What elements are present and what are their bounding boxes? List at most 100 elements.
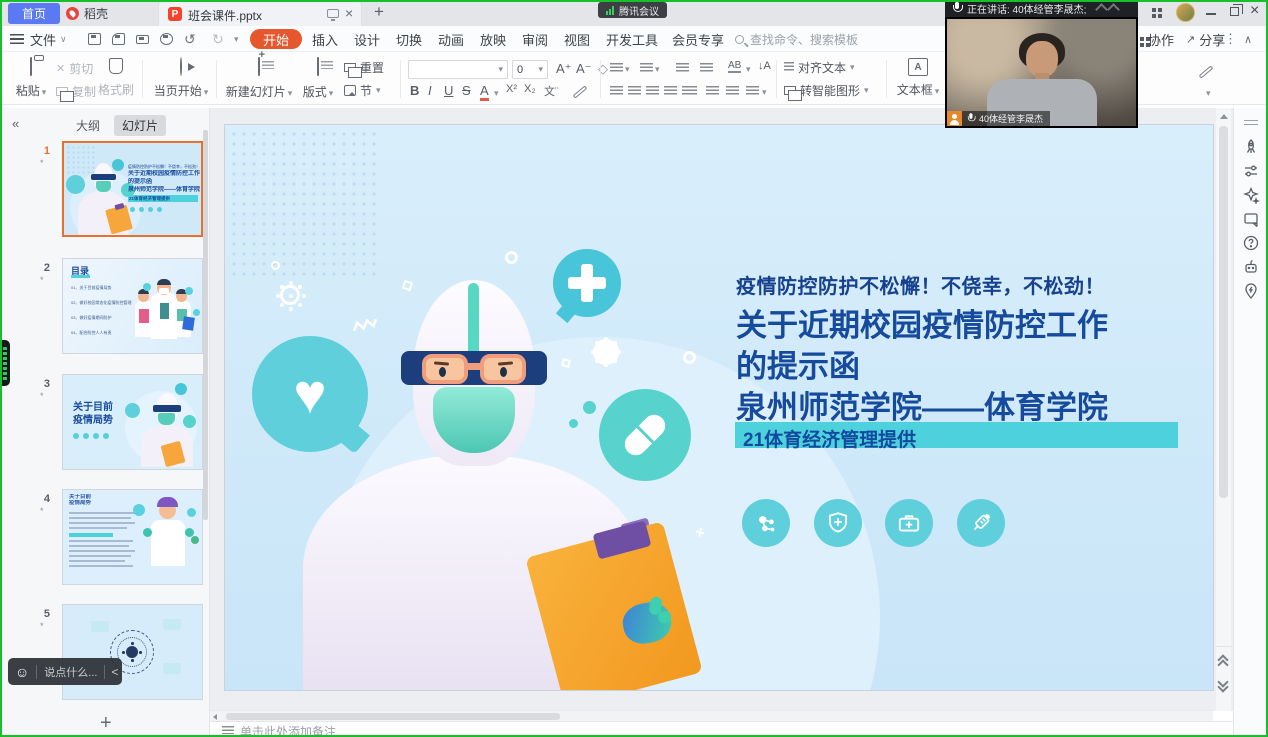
align-text-button[interactable]: 对齐文本▾ xyxy=(784,60,855,74)
sort-text-icon[interactable]: ↓A xyxy=(758,60,771,72)
align-left-icon[interactable] xyxy=(610,86,623,96)
slide-thumbnail-3[interactable]: 关于目前 疫情局势 xyxy=(62,374,203,470)
justify-icon[interactable] xyxy=(664,86,677,96)
reset-button[interactable]: 重置 xyxy=(344,60,384,74)
collapse-panel-icon[interactable]: « xyxy=(12,116,19,131)
play-from-current-button[interactable]: 当页开始▾ xyxy=(150,58,212,99)
decrease-font-icon[interactable]: A⁻ xyxy=(576,61,592,77)
tab-animation[interactable]: 动画 xyxy=(438,26,464,52)
tab-member[interactable]: 会员专享 xyxy=(672,26,724,52)
tab-slideshow[interactable]: 放映 xyxy=(480,26,506,52)
line-height-icon[interactable] xyxy=(746,86,759,96)
add-slide-button[interactable]: + xyxy=(100,712,112,735)
textbox-button[interactable]: A 文本框▾ xyxy=(894,58,942,98)
account-avatar[interactable] xyxy=(1176,3,1195,22)
underline-icon[interactable]: U xyxy=(444,83,453,98)
superscript-icon[interactable]: X² xyxy=(506,83,517,95)
collaborate-button[interactable]: 协作 xyxy=(1140,26,1174,52)
meeting-overlay[interactable]: 正在讲话: 40体经管李晟杰; 40体经管李晟杰 xyxy=(945,0,1138,130)
slide-thumbnail-2[interactable]: 目录 01、关于目前疫情局势 02、做好校园常态化疫情防控管理 03、做好疫情期… xyxy=(62,258,203,354)
screen-cast-icon[interactable] xyxy=(327,9,339,18)
magic-star-icon[interactable] xyxy=(1242,186,1260,204)
robot-assistant-icon[interactable] xyxy=(1242,258,1260,276)
slide-thumbnail-4[interactable]: 关于目前 疫情局势 xyxy=(62,489,203,585)
new-tab-button[interactable]: + xyxy=(374,2,384,22)
home-tab[interactable]: 首页 xyxy=(8,3,60,24)
smart-graphic-button[interactable]: 转智能图形▾ xyxy=(784,83,869,97)
chat-input-placeholder[interactable]: 说点什么... xyxy=(44,664,97,680)
collapse-chat-icon[interactable]: < xyxy=(111,665,118,679)
scroll-up-icon[interactable] xyxy=(1220,114,1228,119)
copy-button[interactable]: 复制 xyxy=(56,84,96,98)
collapse-ribbon-icon[interactable]: ∧ xyxy=(1244,26,1252,52)
participant-video[interactable]: 40体经管李晟杰 xyxy=(947,19,1136,126)
document-tab[interactable]: P 班会课件.pptx × xyxy=(158,0,362,26)
vertical-scrollbar[interactable] xyxy=(1215,108,1231,711)
horizontal-scrollbar[interactable] xyxy=(210,710,1213,721)
distribute-icon[interactable] xyxy=(682,86,697,96)
text-direction-icon[interactable]: AB xyxy=(728,60,741,73)
slide-canvas[interactable]: + ♥ xyxy=(225,125,1213,690)
tab-review[interactable]: 审阅 xyxy=(522,26,548,52)
more-options-icon[interactable]: ⋮ xyxy=(1224,26,1237,52)
slide-title-line2[interactable]: 的提示函 xyxy=(736,346,860,387)
audio-level-meter[interactable] xyxy=(0,340,10,386)
hamburger-menu-icon[interactable] xyxy=(10,34,24,44)
bold-icon[interactable]: B xyxy=(410,83,419,98)
slide-tagline[interactable]: 疫情防控防护不松懈！不侥幸，不松劲！ xyxy=(736,270,1105,299)
align-center-icon[interactable] xyxy=(628,86,641,96)
tab-devtools[interactable]: 开发工具 xyxy=(606,26,658,52)
font-color-dropdown-icon[interactable]: ▾ xyxy=(494,88,499,99)
paste-button[interactable]: 粘贴▾ xyxy=(10,58,52,99)
align-right-icon[interactable] xyxy=(646,86,659,96)
layout-button[interactable]: 版式▾ xyxy=(298,58,338,100)
italic-icon[interactable]: I xyxy=(428,83,432,98)
tab-home[interactable]: 开始 xyxy=(250,29,302,49)
print-icon[interactable] xyxy=(136,35,149,44)
share-window-icon[interactable] xyxy=(1242,210,1260,228)
rocket-icon[interactable] xyxy=(1242,138,1260,156)
line-spacing-icon[interactable] xyxy=(706,86,719,96)
help-icon[interactable] xyxy=(1242,234,1260,252)
bullet-list-icon[interactable] xyxy=(610,63,623,73)
format-painter-button[interactable]: 格式刷 xyxy=(96,58,136,98)
increase-indent-icon[interactable] xyxy=(700,63,713,73)
panel-scrollbar[interactable] xyxy=(203,130,208,520)
location-pin-icon[interactable] xyxy=(1242,282,1260,300)
phonetic-guide-icon[interactable]: 文¨ xyxy=(544,83,559,99)
history-dropdown-icon[interactable]: ▾ xyxy=(234,26,239,52)
highlighter-icon[interactable] xyxy=(573,85,588,98)
font-color-icon[interactable]: A xyxy=(480,83,489,101)
drag-handle-icon[interactable] xyxy=(1244,120,1258,125)
decrease-indent-icon[interactable] xyxy=(676,63,689,73)
notes-bar[interactable]: 单击此处添加备注 xyxy=(210,721,1233,737)
increase-font-icon[interactable]: A⁺ xyxy=(556,61,572,77)
redo-icon[interactable]: ↻ xyxy=(212,26,224,52)
apps-grid-icon[interactable] xyxy=(1152,8,1156,12)
print-preview-icon[interactable] xyxy=(160,33,173,45)
subscript-icon[interactable]: X₂ xyxy=(524,83,536,95)
tab-view[interactable]: 视图 xyxy=(564,26,590,52)
draw-tool-icon[interactable] xyxy=(1199,65,1214,78)
tab-transition[interactable]: 切换 xyxy=(396,26,422,52)
slides-tab[interactable]: 幻灯片 xyxy=(114,115,166,136)
undo-icon[interactable]: ↺ xyxy=(184,26,196,52)
highlight-band[interactable]: 21体育经济管理提供 xyxy=(735,422,1178,448)
emoji-icon[interactable]: ☺ xyxy=(15,664,29,680)
chat-quick-bubble[interactable]: ☺ 说点什么... < xyxy=(8,658,122,685)
close-window-button[interactable]: × xyxy=(1250,2,1259,20)
font-size-combobox[interactable]: 0▾ xyxy=(512,60,548,79)
save-icon[interactable] xyxy=(88,33,101,45)
section-button[interactable]: 节▾ xyxy=(344,83,381,97)
paragraph-spacing-icon[interactable] xyxy=(726,86,739,96)
restore-button[interactable] xyxy=(1230,7,1239,16)
new-slide-button[interactable]: 新建幻灯片▾ xyxy=(224,58,294,100)
tab-design[interactable]: 设计 xyxy=(354,26,380,52)
settings-sliders-icon[interactable] xyxy=(1242,162,1260,180)
font-name-combobox[interactable]: ▾ xyxy=(408,60,508,79)
scroll-left-icon[interactable] xyxy=(213,714,217,720)
slide-title-line1[interactable]: 关于近期校园疫情防控工作 xyxy=(736,305,1108,346)
meeting-floating-pill[interactable]: 腾讯会议 xyxy=(598,2,667,18)
command-search[interactable]: 查找命令、搜索模板 xyxy=(735,26,858,52)
strikethrough-icon[interactable]: S xyxy=(462,83,471,98)
